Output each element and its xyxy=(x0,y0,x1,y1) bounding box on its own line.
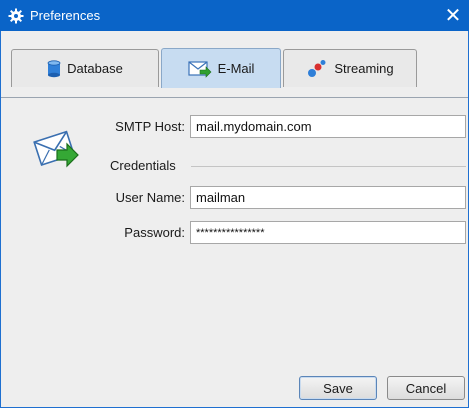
smtp-host-label: SMTP Host: xyxy=(115,119,185,134)
tab-email-label: E-Mail xyxy=(217,61,255,76)
save-button[interactable]: Save xyxy=(299,376,377,400)
user-name-label: User Name: xyxy=(115,190,185,205)
cancel-button[interactable]: Cancel xyxy=(387,376,465,400)
tab-database-label: Database xyxy=(67,61,123,76)
mail-icon xyxy=(187,60,212,78)
close-icon: ✕ xyxy=(444,4,462,27)
window-title: Preferences xyxy=(30,8,101,23)
close-button[interactable]: ✕ xyxy=(437,0,469,31)
tab-streaming[interactable]: Streaming xyxy=(283,49,417,87)
mail-send-icon xyxy=(33,128,81,170)
preferences-dialog: Database E-Mail Streaming SMTP Host: mai… xyxy=(0,31,469,408)
database-icon xyxy=(47,59,61,78)
smtp-host-input[interactable]: mail.mydomain.com xyxy=(190,115,466,138)
user-name-input[interactable]: mailman xyxy=(190,186,466,209)
tab-email[interactable]: E-Mail xyxy=(161,48,281,88)
tab-database[interactable]: Database xyxy=(11,49,159,87)
streaming-icon xyxy=(306,59,328,79)
gear-icon xyxy=(8,8,24,24)
password-input[interactable]: **************** xyxy=(190,221,466,244)
tab-bar: Database E-Mail Streaming xyxy=(1,31,468,99)
credentials-group-label: Credentials xyxy=(110,158,176,173)
title-bar: Preferences ✕ xyxy=(0,0,469,31)
credentials-divider xyxy=(191,166,466,167)
password-label: Password: xyxy=(124,225,185,240)
email-settings-panel: SMTP Host: mail.mydomain.com Credentials… xyxy=(1,97,468,407)
tab-streaming-label: Streaming xyxy=(334,61,394,76)
